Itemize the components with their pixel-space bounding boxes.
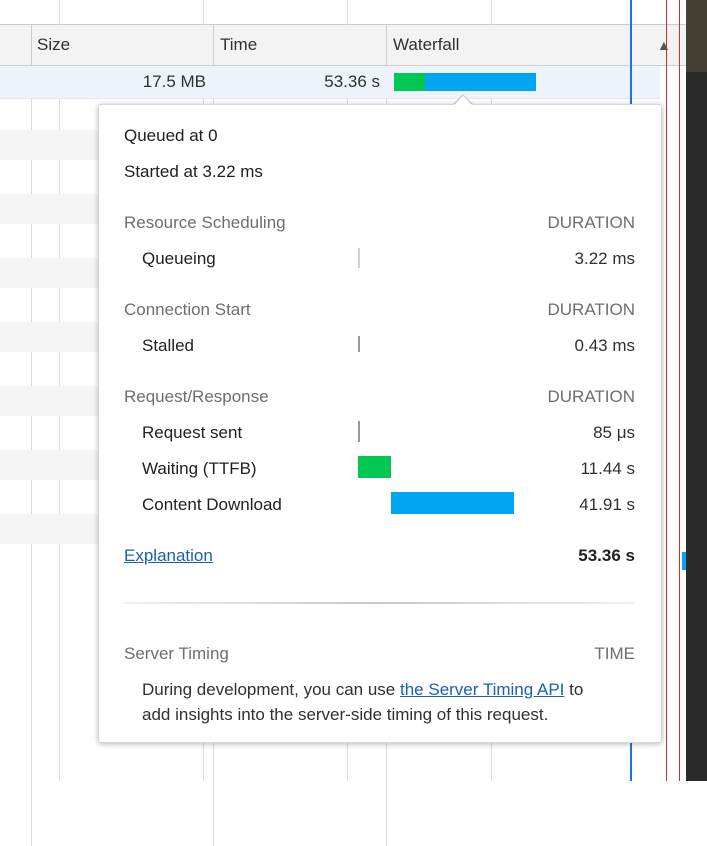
timing-row-label: Content Download xyxy=(142,495,282,514)
queueing-bar xyxy=(358,248,360,268)
timing-row-value: 85 μs xyxy=(593,423,635,442)
request-sent-bar xyxy=(358,421,360,442)
column-header-time[interactable]: Time xyxy=(220,25,257,65)
timing-row-value: 3.22 ms xyxy=(574,249,635,268)
timing-row-value: 11.44 s xyxy=(580,459,635,478)
queued-at-text: Queued at 0 xyxy=(124,126,218,145)
section-title-connection-start: Connection Start xyxy=(124,300,251,319)
row-size-cell: 17.5 MB xyxy=(142,72,206,91)
divider xyxy=(124,602,634,604)
timing-row-value: 0.43 ms xyxy=(574,336,635,355)
column-header-waterfall[interactable]: Waterfall xyxy=(393,25,459,65)
timing-row-value: 41.91 s xyxy=(579,495,635,514)
total-duration: 53.36 s xyxy=(578,546,635,565)
popover-arrow-inner xyxy=(453,96,473,106)
waiting-ttfb-bar xyxy=(358,456,391,478)
stalled-bar xyxy=(358,336,360,352)
timing-row-label: Stalled xyxy=(142,336,194,355)
section-title-resource-scheduling: Resource Scheduling xyxy=(124,213,286,232)
server-timing-api-link[interactable]: the Server Timing API xyxy=(400,680,564,699)
column-header-size[interactable]: Size xyxy=(37,25,70,65)
duration-header: DURATION xyxy=(547,300,635,319)
load-event-line xyxy=(679,0,680,781)
row-time-cell: 53.36 s xyxy=(324,72,380,91)
side-panel-edge xyxy=(686,0,707,781)
description-text: During development, you can use xyxy=(142,680,400,699)
side-panel-edge-top xyxy=(686,0,707,72)
duration-header: DURATION xyxy=(547,387,635,406)
server-timing-description-line2: add insights into the server-side timing… xyxy=(142,705,549,724)
section-title-request-response: Request/Response xyxy=(124,387,269,406)
scroll-marker xyxy=(682,552,686,570)
waterfall-download-bar[interactable] xyxy=(425,73,536,91)
load-event-line xyxy=(666,0,667,781)
timing-row-label: Request sent xyxy=(142,423,243,442)
server-timing-description: During development, you can use the Serv… xyxy=(142,680,583,700)
top-strip xyxy=(0,0,686,25)
sort-ascending-icon[interactable]: ▲ xyxy=(657,25,671,65)
timing-popover: Queued at 0 Started at 3.22 ms Resource … xyxy=(98,104,662,743)
time-header: TIME xyxy=(594,644,635,663)
content-download-bar xyxy=(391,492,514,514)
duration-header: DURATION xyxy=(547,213,635,232)
timing-row-label: Queueing xyxy=(142,249,216,268)
section-title-server-timing: Server Timing xyxy=(124,644,229,663)
timing-row-label: Waiting (TTFB) xyxy=(142,459,257,478)
table-header: Size Time Waterfall ▲ xyxy=(0,25,686,66)
explanation-link[interactable]: Explanation xyxy=(124,546,213,566)
waterfall-waiting-bar[interactable] xyxy=(394,73,425,91)
started-at-text: Started at 3.22 ms xyxy=(124,162,263,181)
description-text: to xyxy=(564,680,584,699)
